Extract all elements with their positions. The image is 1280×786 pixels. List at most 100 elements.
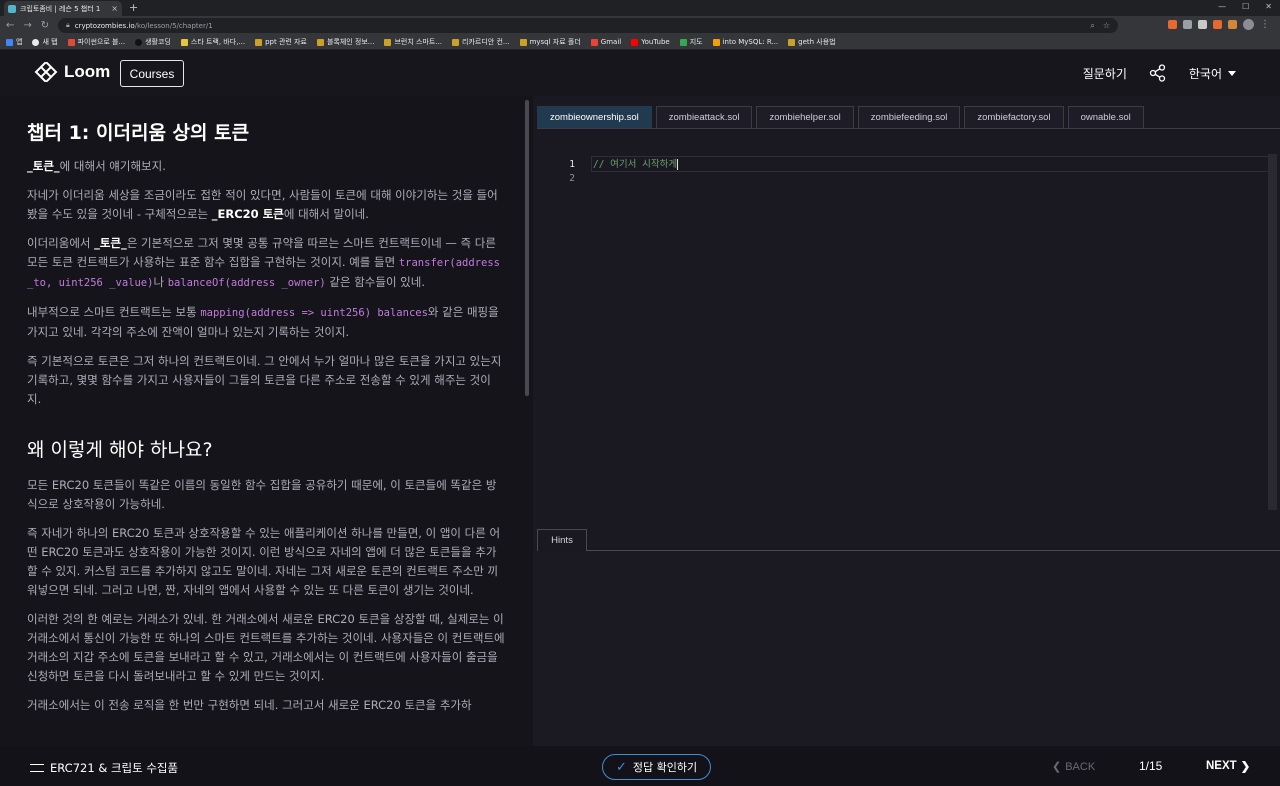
bookmark-star-icon[interactable]: ☆ [1103, 21, 1110, 31]
back-arrow-icon[interactable]: ← [6, 20, 14, 31]
active-line-highlight [591, 156, 1275, 172]
lesson-paragraph: _토큰_에 대해서 얘기해보지. [27, 159, 166, 173]
file-tab-zombieattack[interactable]: zombieattack.sol [655, 106, 753, 128]
file-tab-zombiehelper[interactable]: zombiehelper.sol [756, 106, 854, 128]
zoom-icon[interactable]: ⌕ [1090, 21, 1094, 31]
metamask-icon[interactable] [1228, 20, 1237, 29]
lesson-paragraph: 즉 기본적으로 토큰은 그저 하나의 컨트랙트이네. 그 안에서 누가 얼마나 … [27, 354, 502, 406]
address-bar-row: ← → ↻ 🔒︎ cryptozombies.io/ko/lesson/5/ch… [0, 16, 1280, 35]
check-icon: ✓ [615, 759, 627, 775]
extension-icons: ⋮ [1168, 19, 1270, 30]
site-favicon-icon [8, 4, 16, 13]
chevron-left-icon: ❮ [1052, 761, 1062, 773]
maximize-icon[interactable]: ☐ [1242, 2, 1249, 11]
bookmark-folder[interactable]: 블록체인 정보... [316, 37, 374, 47]
browser-tabstrip: 크립토좀비 | 레슨 5 챕터 1 × + — ☐ ✕ [0, 0, 1280, 16]
file-tab-zombiefeeding[interactable]: zombiefeeding.sol [857, 106, 961, 128]
lesson-paragraph: 즉 자네가 하나의 ERC20 토큰과 상호작용할 수 있는 애플리케이션 하나… [27, 526, 501, 597]
extension-icon[interactable] [1168, 20, 1177, 29]
inline-code: balanceOf(address _owner) [167, 277, 326, 289]
new-tab-button[interactable]: + [129, 1, 138, 15]
file-tab-zombiefactory[interactable]: zombiefactory.sol [964, 106, 1064, 128]
chevron-down-icon [1228, 70, 1236, 76]
bookmark-item[interactable]: 스타 트랙, 바다,... [180, 37, 245, 47]
chevron-right-icon: ❯ [1240, 761, 1251, 773]
bookmark-item[interactable]: YouTube [631, 38, 670, 46]
share-icon[interactable] [1149, 64, 1167, 82]
extension-icon[interactable] [1213, 20, 1222, 29]
editor-scrollbar[interactable] [1268, 154, 1277, 510]
chapter-title: 챕터 1: 이더리움 상의 토큰 [27, 122, 250, 144]
bookmark-folder[interactable]: geth 사용법 [788, 37, 836, 47]
tabs-divider [537, 128, 1280, 129]
language-dropdown[interactable]: 한국어 [1189, 65, 1236, 82]
url-field[interactable]: 🔒︎ cryptozombies.io/ko/lesson/5/chapter/… [58, 18, 1118, 33]
bookmark-item[interactable]: 생활코딩 [135, 37, 171, 47]
close-window-icon[interactable]: ✕ [1265, 2, 1272, 11]
bookmark-item[interactable]: Gmail [590, 38, 621, 46]
line-number: 2 [569, 173, 575, 184]
file-tab-ownable[interactable]: ownable.sol [1067, 106, 1144, 128]
site-header: Loom Courses 질문하기 한국어 [0, 50, 1280, 96]
language-label: 한국어 [1188, 66, 1222, 81]
bookmarks-bar: 앱 새 탭 파이썬으로 블... 생활코딩 스타 트랙, 바다,... ppt … [0, 35, 1280, 50]
file-tabs: zombieownership.sol zombieattack.sol zom… [537, 106, 1144, 128]
code-editor-panel: zombieownership.sol zombieattack.sol zom… [533, 96, 1280, 746]
lesson-panel: 챕터 1: 이더리움 상의 토큰 _토큰_에 대해서 얘기해보지. 자네가 이더… [0, 96, 533, 746]
line-number: 1 [569, 159, 575, 170]
browser-tab-title: 크립토좀비 | 레슨 5 챕터 1 [20, 4, 101, 13]
bookmark-folder[interactable]: mysql 자료 폴더 [519, 37, 581, 47]
bookmark-item[interactable]: into MySQL: R... [712, 38, 778, 46]
lesson-menu-button[interactable]: ERC721 & 크립토 수집품 [30, 760, 178, 776]
check-answer-label: 정답 확인하기 [632, 761, 698, 774]
code-text[interactable]: // 여기서 시작하게 [593, 158, 679, 172]
lesson-paragraph: 이더리움에서 _토큰_은 기본적으로 그저 몇몇 공통 규약을 따르는 스마트 … [27, 236, 500, 289]
extension-icon[interactable] [1198, 20, 1207, 29]
profile-avatar[interactable] [1243, 19, 1254, 30]
lesson-paragraph: 이러한 것의 한 예로는 거래소가 있네. 한 거래소에서 새로운 ERC20 … [27, 612, 505, 683]
lesson-paragraph: 자네가 이더리움 세상을 조금이라도 접한 적이 있다면, 사람들이 토큰에 대… [27, 188, 498, 221]
back-button[interactable]: ❮ BACK [1052, 760, 1095, 774]
browser-tab[interactable]: 크립토좀비 | 레슨 5 챕터 1 × [4, 1, 122, 16]
code-comment: // 여기서 시작하게 [593, 159, 678, 170]
inline-code: mapping(address => uint256) balances [200, 307, 428, 319]
check-answer-button[interactable]: ✓ 정답 확인하기 [602, 754, 711, 780]
chapter-counter: 1/15 [1139, 759, 1163, 773]
lesson-scrollbar[interactable] [525, 100, 529, 396]
bookmark-item[interactable]: 파이썬으로 블... [67, 37, 125, 47]
forward-arrow-icon[interactable]: → [23, 20, 31, 31]
file-tab-zombieownership[interactable]: zombieownership.sol [537, 106, 652, 128]
line-numbers: 1 2 [563, 158, 575, 186]
menu-icon [30, 764, 44, 772]
bookmark-folder[interactable]: ppt 관련 자료 [255, 37, 307, 47]
ask-question-link[interactable]: 질문하기 [1083, 65, 1127, 82]
lesson-paragraph: 거래소에서는 이 전송 로직을 한 번만 구현하면 되네. 그러고서 새로운 E… [27, 698, 472, 712]
section-heading: 왜 이렇게 해야 하나요? [27, 439, 213, 461]
bottom-bar: ERC721 & 크립토 수집품 ✓ 정답 확인하기 ❮ BACK 1/15 N… [0, 746, 1280, 786]
window-controls: — ☐ ✕ [1218, 2, 1272, 11]
lesson-name: ERC721 & 크립토 수집품 [50, 761, 179, 775]
browser-menu-icon[interactable]: ⋮ [1260, 19, 1270, 30]
minimize-icon[interactable]: — [1218, 2, 1226, 11]
loom-logo[interactable]: Loom [34, 62, 110, 82]
extension-icon[interactable] [1183, 20, 1192, 29]
url-text: cryptozombies.io/ko/lesson/5/chapter/1 [74, 21, 213, 30]
reload-icon[interactable]: ↻ [41, 20, 49, 31]
code-area[interactable]: 1 2 // 여기서 시작하게 [533, 153, 1277, 533]
bookmark-item[interactable]: 새 탭 [32, 37, 58, 47]
lesson-paragraph: 모든 ERC20 토큰들이 똑같은 이름의 동일한 함수 집합을 공유하기 때문… [27, 478, 497, 511]
bookmark-item[interactable]: 지도 [679, 37, 703, 47]
close-tab-icon[interactable]: × [111, 4, 118, 13]
bookmark-folder[interactable]: 브런치 스마트... [384, 37, 442, 47]
text-cursor [677, 159, 679, 170]
hints-panel [533, 551, 1280, 746]
lesson-paragraph: 내부적으로 스마트 컨트랙트는 보통 mapping(address => ui… [27, 305, 499, 339]
hints-tab[interactable]: Hints [537, 529, 587, 551]
loom-logo-icon [34, 62, 58, 82]
lock-icon: 🔒︎ [66, 21, 70, 29]
bookmark-item[interactable]: 앱 [6, 37, 22, 47]
logo-text: Loom [64, 62, 111, 81]
bookmark-folder[interactable]: 리카르디안 컨... [452, 37, 510, 47]
next-button[interactable]: NEXT ❯ [1206, 759, 1250, 773]
courses-button[interactable]: Courses [120, 60, 184, 87]
